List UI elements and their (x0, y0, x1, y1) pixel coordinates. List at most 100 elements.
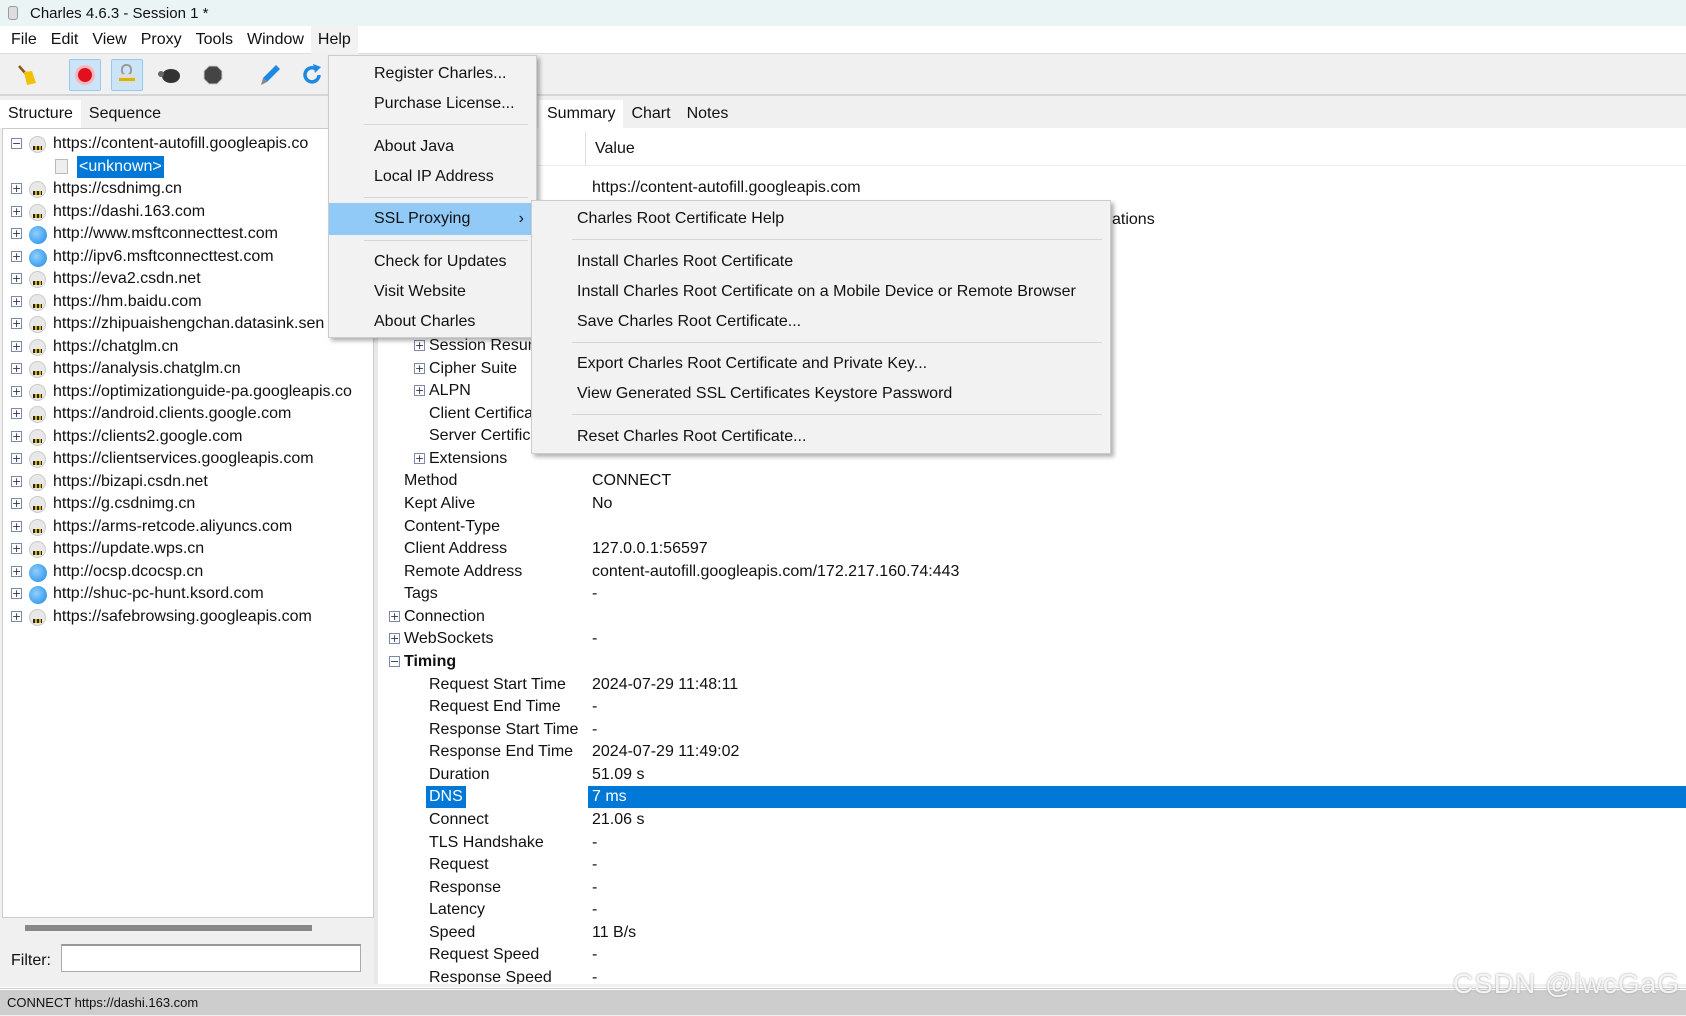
expand-icon[interactable]: + (11, 363, 22, 374)
collapse-icon[interactable]: − (389, 655, 400, 667)
tree-item[interactable]: + https://android.clients.google.com (3, 403, 373, 425)
expand-icon[interactable]: + (11, 183, 22, 194)
table-row[interactable]: https://content-autofill.googleapis.com (378, 177, 1686, 199)
expand-icon[interactable]: + (11, 250, 22, 262)
expand-icon[interactable]: + (11, 475, 22, 487)
table-row[interactable]: DNS 7 ms (378, 786, 1686, 809)
menu-item-root-cert-help[interactable]: Charles Root Certificate Help (532, 204, 1110, 234)
stop-button[interactable] (197, 59, 229, 91)
menu-item-install-root-cert[interactable]: Install Charles Root Certificate (532, 247, 1110, 277)
tree-item[interactable]: + https://eva2.csdn.net (3, 268, 373, 290)
record-button[interactable] (69, 59, 101, 91)
menu-item-register[interactable]: Register Charles... (329, 59, 536, 89)
table-row[interactable]: Latency - (378, 899, 1686, 921)
tree-item[interactable]: + https://optimizationguide-pa.googleapis… (3, 381, 373, 403)
tree-item[interactable]: + http://www.msftconnecttest.com (3, 223, 373, 245)
menu-item-reset-root-cert[interactable]: Reset Charles Root Certificate... (532, 422, 1110, 452)
expand-icon[interactable]: + (389, 633, 400, 645)
filter-input[interactable] (61, 944, 361, 972)
expand-icon[interactable]: + (11, 430, 22, 442)
menu-item-ssl-proxying[interactable]: SSL Proxying › (329, 203, 536, 235)
expand-icon[interactable]: + (414, 339, 425, 351)
tab-summary[interactable]: Summary (539, 100, 624, 128)
table-row[interactable]: Speed 11 B/s (378, 922, 1686, 944)
tree-item[interactable]: + http://ipv6.msftconnecttest.com (3, 246, 373, 268)
menu-window[interactable]: Window (240, 26, 311, 54)
table-row[interactable]: − Timing (378, 651, 1686, 673)
expand-icon[interactable]: + (11, 520, 22, 532)
tree-item[interactable]: + https://update.wps.cn (3, 538, 373, 560)
table-row[interactable]: Method CONNECT (378, 470, 1686, 492)
menu-item-local-ip[interactable]: Local IP Address (329, 162, 536, 192)
table-row[interactable]: Response End Time 2024-07-29 11:49:02 (378, 741, 1686, 763)
table-row[interactable]: + Connection (378, 606, 1686, 628)
clear-button[interactable] (11, 59, 43, 91)
menu-item-about-charles[interactable]: About Charles (329, 307, 536, 337)
tree-item[interactable]: + https://bizapi.csdn.net (3, 471, 373, 493)
table-row[interactable]: Tags - (378, 583, 1686, 605)
menu-item-export-root-cert[interactable]: Export Charles Root Certificate and Priv… (532, 349, 1110, 379)
tree-item[interactable]: + https://analysis.chatglm.cn (3, 358, 373, 380)
breakpoints-button[interactable] (154, 59, 186, 91)
expand-icon[interactable]: + (11, 408, 22, 419)
table-row[interactable]: Response Start Time - (378, 719, 1686, 741)
horizontal-scrollbar[interactable] (25, 925, 312, 931)
tree-item[interactable]: + https://dashi.163.com (3, 201, 373, 223)
expand-icon[interactable]: + (414, 452, 425, 464)
menu-item-purchase-license[interactable]: Purchase License... (329, 89, 536, 119)
expand-icon[interactable]: + (11, 295, 22, 307)
table-row[interactable]: Response - (378, 877, 1686, 899)
table-row[interactable]: Kept Alive No (378, 493, 1686, 515)
tab-sequence[interactable]: Sequence (80, 100, 169, 128)
expand-icon[interactable]: + (389, 610, 400, 622)
expand-icon[interactable]: + (11, 543, 22, 554)
repeat-button[interactable] (296, 59, 328, 91)
menu-item-install-root-cert-mobile[interactable]: Install Charles Root Certificate on a Mo… (532, 277, 1110, 307)
table-row[interactable]: TLS Handshake - (378, 832, 1686, 854)
table-row[interactable]: Content-Type (378, 516, 1686, 538)
tab-structure[interactable]: Structure (0, 100, 81, 128)
expand-icon[interactable]: + (11, 610, 22, 622)
table-row[interactable]: Client Address 127.0.0.1:56597 (378, 538, 1686, 560)
menu-proxy[interactable]: Proxy (134, 26, 189, 54)
table-row[interactable]: Request Speed - (378, 944, 1686, 966)
table-row[interactable]: Request - (378, 854, 1686, 876)
expand-icon[interactable]: + (11, 565, 22, 577)
tree-item[interactable]: <unknown> (3, 155, 373, 178)
expand-icon[interactable]: + (11, 385, 22, 397)
menu-item-keystore-password[interactable]: View Generated SSL Certificates Keystore… (532, 379, 1110, 409)
expand-icon[interactable]: + (11, 340, 22, 352)
tree-item[interactable]: + https://hm.baidu.com (3, 291, 373, 313)
tree-item[interactable]: + https://zhipuaishengchan.datasink.sen (3, 313, 373, 335)
column-divider[interactable] (585, 132, 586, 166)
expand-icon[interactable]: + (11, 318, 22, 329)
expand-icon[interactable]: + (11, 498, 22, 509)
menu-item-about-java[interactable]: About Java (329, 132, 536, 162)
tree-item[interactable]: + https://safebrowsing.googleapis.com (3, 606, 373, 628)
expand-icon[interactable]: + (11, 453, 22, 464)
tree-item[interactable]: + https://clients2.google.com (3, 426, 373, 448)
expand-icon[interactable]: + (11, 273, 22, 284)
collapse-icon[interactable]: − (11, 138, 22, 149)
table-row[interactable]: + WebSockets - (378, 628, 1686, 650)
tree-item[interactable]: + https://g.csdnimg.cn (3, 493, 373, 515)
menu-item-visit-website[interactable]: Visit Website (329, 277, 536, 307)
expand-icon[interactable]: + (414, 385, 425, 397)
expand-icon[interactable]: + (11, 588, 22, 599)
menu-view[interactable]: View (85, 26, 133, 54)
tab-notes[interactable]: Notes (678, 100, 737, 128)
table-row[interactable]: Request End Time - (378, 696, 1686, 718)
tree-item[interactable]: − https://content-autofill.googleapis.co (3, 133, 373, 155)
menu-help[interactable]: Help (310, 25, 358, 54)
table-row[interactable]: Connect 21.06 s (378, 809, 1686, 831)
tree-item[interactable]: + https://csdnimg.cn (3, 178, 373, 200)
expand-icon[interactable]: + (414, 362, 425, 374)
tree-item[interactable]: + https://clientservices.googleapis.com (3, 448, 373, 470)
tree-item[interactable]: + https://chatglm.cn (3, 336, 373, 358)
value-column-header[interactable]: Value (595, 140, 635, 158)
table-row[interactable]: Duration 51.09 s (378, 764, 1686, 786)
expand-icon[interactable]: + (11, 228, 22, 239)
menu-tools[interactable]: Tools (189, 26, 240, 54)
expand-icon[interactable]: + (11, 205, 22, 217)
tree-item[interactable]: + https://arms-retcode.aliyuncs.com (3, 516, 373, 538)
